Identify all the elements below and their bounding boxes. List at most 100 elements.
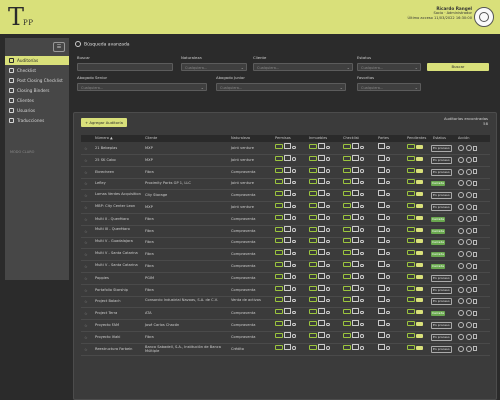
pending-count[interactable]	[416, 286, 424, 291]
view-icon[interactable]	[458, 145, 464, 151]
permits-icon[interactable]	[275, 226, 283, 232]
parties-count[interactable]	[378, 331, 385, 338]
table-row[interactable]: ☆ Proyecto Iñaki Fibra Compraventa En proce…	[81, 331, 490, 344]
properties-icon[interactable]	[309, 238, 317, 244]
properties-count[interactable]	[318, 166, 326, 173]
pending-count[interactable]	[416, 227, 424, 232]
parties-count[interactable]	[378, 249, 385, 256]
table-row[interactable]: ☆ Multi III - Querétaro Fibra Compraventa C…	[81, 225, 490, 238]
audit-number[interactable]: Proyecto FAM	[95, 320, 141, 331]
properties-icon[interactable]	[309, 309, 317, 315]
favorite-star-icon[interactable]: ☆	[84, 332, 88, 343]
audit-number[interactable]: Project Terra	[95, 308, 141, 319]
permits-icon[interactable]	[275, 250, 283, 256]
document-icon[interactable]	[473, 145, 477, 151]
checklist-icon[interactable]	[343, 226, 351, 232]
gear-icon[interactable]	[360, 287, 364, 291]
checklist-count[interactable]	[352, 320, 360, 326]
permits-count[interactable]	[284, 202, 292, 208]
senior-select[interactable]: Cualquiera... ⌄	[77, 83, 207, 91]
favorite-star-icon[interactable]: ☆	[84, 261, 88, 272]
audit-number[interactable]: Lefley	[95, 178, 141, 189]
properties-count[interactable]	[318, 154, 326, 161]
favorite-star-icon[interactable]: ☆	[84, 190, 88, 201]
gear-icon[interactable]	[360, 251, 364, 256]
gear-icon[interactable]	[360, 310, 364, 315]
parties-count[interactable]	[378, 296, 385, 303]
permits-count[interactable]	[284, 225, 292, 232]
parties-count[interactable]	[378, 213, 385, 220]
table-row[interactable]: ☆ 25 SK Cabo MXP Joint venture En proceso	[81, 154, 490, 167]
gear-icon[interactable]	[292, 275, 296, 279]
gear-icon[interactable]	[326, 192, 330, 197]
audit-number[interactable]: Multi II - Querétaro	[95, 214, 141, 225]
parties-count[interactable]	[378, 225, 385, 232]
gear-icon[interactable]	[292, 204, 296, 208]
properties-icon[interactable]	[309, 203, 317, 208]
gear-icon[interactable]	[292, 180, 296, 185]
view-icon[interactable]	[458, 156, 464, 163]
audit-number[interactable]: Ebrecheen	[95, 167, 141, 178]
edit-icon[interactable]	[465, 345, 472, 352]
audit-number[interactable]: 21 Bebeplas	[95, 143, 141, 154]
parties-count[interactable]	[378, 202, 385, 208]
gear-icon[interactable]	[360, 346, 364, 350]
pending-count[interactable]	[416, 168, 424, 173]
add-audit-button[interactable]: + Agregar Auditoría	[81, 118, 127, 127]
properties-icon[interactable]	[309, 344, 317, 350]
table-row[interactable]: ☆ MBP: City Center Leon MXP Joint venture E…	[81, 202, 490, 214]
properties-icon[interactable]	[309, 155, 317, 161]
view-icon[interactable]	[458, 168, 464, 175]
properties-icon[interactable]	[309, 226, 317, 232]
favorite-star-icon[interactable]: ☆	[84, 143, 88, 154]
edit-icon[interactable]	[465, 239, 472, 246]
properties-count[interactable]	[318, 331, 326, 338]
checklist-count[interactable]	[352, 261, 360, 267]
view-icon[interactable]	[458, 286, 464, 293]
permits-count[interactable]	[284, 166, 292, 173]
document-icon[interactable]	[473, 192, 477, 198]
gear-icon[interactable]	[292, 192, 296, 197]
checklist-count[interactable]	[352, 272, 360, 279]
document-icon[interactable]	[473, 228, 477, 234]
permits-icon[interactable]	[275, 238, 283, 244]
sidebar-toggle-icon[interactable]: ☰	[53, 42, 65, 52]
table-row[interactable]: ☆ Project Balach Consorcio Industrial Navo…	[81, 296, 490, 309]
view-icon[interactable]	[458, 180, 464, 187]
properties-icon[interactable]	[309, 297, 317, 303]
edit-icon[interactable]	[465, 192, 472, 199]
document-icon[interactable]	[473, 298, 477, 304]
gear-icon[interactable]	[386, 251, 390, 256]
view-icon[interactable]	[458, 204, 464, 210]
gear-icon[interactable]	[360, 322, 364, 326]
pending-count[interactable]	[416, 274, 424, 279]
view-icon[interactable]	[458, 298, 464, 305]
gear-icon[interactable]	[326, 263, 330, 267]
parties-count[interactable]	[378, 154, 385, 161]
checklist-icon[interactable]	[343, 179, 351, 185]
checklist-icon[interactable]	[343, 332, 351, 338]
gear-icon[interactable]	[386, 239, 390, 244]
permits-count[interactable]	[284, 190, 292, 197]
pending-icon[interactable]	[407, 321, 415, 326]
favorite-star-icon[interactable]: ☆	[84, 226, 88, 237]
gear-icon[interactable]	[292, 334, 296, 338]
estatus-select[interactable]: Cualquiera... ⌄	[357, 63, 421, 71]
document-icon[interactable]	[473, 346, 477, 352]
parties-count[interactable]	[378, 320, 385, 326]
properties-icon[interactable]	[309, 214, 317, 220]
checklist-icon[interactable]	[343, 285, 351, 291]
favorite-star-icon[interactable]: ☆	[84, 273, 88, 284]
pending-count[interactable]	[416, 251, 424, 256]
edit-icon[interactable]	[465, 274, 472, 281]
pending-count[interactable]	[416, 192, 424, 197]
parties-count[interactable]	[378, 143, 385, 149]
properties-icon[interactable]	[309, 250, 317, 256]
favorite-star-icon[interactable]: ☆	[84, 237, 88, 248]
view-icon[interactable]	[458, 239, 464, 246]
permits-count[interactable]	[284, 143, 292, 149]
parties-count[interactable]	[378, 343, 385, 350]
favorite-star-icon[interactable]: ☆	[84, 178, 88, 189]
properties-count[interactable]	[318, 213, 326, 220]
permits-icon[interactable]	[275, 344, 283, 350]
